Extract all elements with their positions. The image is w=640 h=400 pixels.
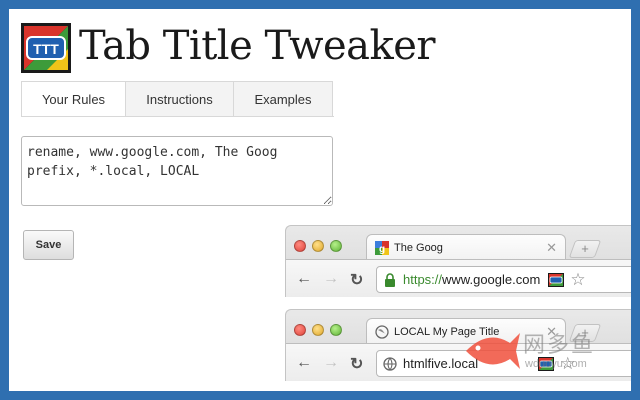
close-light-icon: [294, 240, 306, 252]
ttt-extension-icon: [548, 272, 565, 287]
close-light-icon: [294, 324, 306, 336]
browser-toolbar: ← → ↻ https://www.google.com ☆: [286, 259, 631, 297]
ttt-logo-icon: TTT: [21, 23, 71, 73]
lock-icon: [385, 272, 395, 287]
window-controls: [294, 240, 342, 252]
watermark-cn: 网多鱼: [523, 333, 596, 358]
zoom-light-icon: [330, 324, 342, 336]
back-arrow-icon: ←: [296, 270, 312, 287]
bookmark-star-icon: ☆: [570, 269, 586, 289]
tab-close-icon: ✕: [546, 239, 557, 255]
tab-your-rules[interactable]: Your Rules: [21, 81, 126, 117]
back-arrow-icon: ←: [296, 354, 312, 371]
address-bar: https://www.google.com ☆: [376, 266, 631, 293]
browser-tab: g The Goog ✕: [366, 234, 566, 260]
zoom-light-icon: [330, 240, 342, 252]
tab-divider: [21, 116, 334, 117]
globe-favicon-icon: [375, 324, 389, 339]
url-text: https://www.google.com: [403, 272, 540, 287]
tab-bar: Your Rules Instructions Examples: [21, 81, 333, 117]
svg-text:g: g: [379, 244, 385, 255]
reload-icon: ↻: [350, 356, 364, 373]
new-tab-button: +: [568, 240, 602, 258]
window-controls: [294, 324, 342, 336]
page-title: Tab Title Tweaker: [79, 23, 436, 69]
reload-icon: ↻: [350, 272, 364, 289]
minimize-light-icon: [312, 240, 324, 252]
url-host: htmlfive.local: [403, 356, 479, 371]
browser-preview-1: g The Goog ✕ + ← → ↻ https://www.google.…: [285, 225, 631, 297]
google-favicon-icon: g: [375, 240, 389, 255]
forward-arrow-icon: →: [323, 270, 339, 287]
logo-text: TTT: [33, 41, 59, 57]
save-button[interactable]: Save: [23, 230, 74, 260]
url-host: www.google.com: [442, 272, 541, 287]
url-text: htmlfive.local: [403, 356, 478, 371]
url-scheme: https://: [403, 272, 443, 287]
globe-icon: [383, 356, 397, 371]
browser-tab-title: The Goog: [394, 241, 443, 254]
watermark-en: wduoyu.com: [525, 358, 587, 370]
rules-textarea[interactable]: rename, www.google.com, The Goog prefix,…: [21, 136, 333, 206]
minimize-light-icon: [312, 324, 324, 336]
tab-examples[interactable]: Examples: [234, 81, 333, 117]
plus-icon: +: [581, 241, 589, 256]
forward-arrow-icon: →: [323, 354, 339, 371]
tab-instructions[interactable]: Instructions: [126, 81, 234, 117]
